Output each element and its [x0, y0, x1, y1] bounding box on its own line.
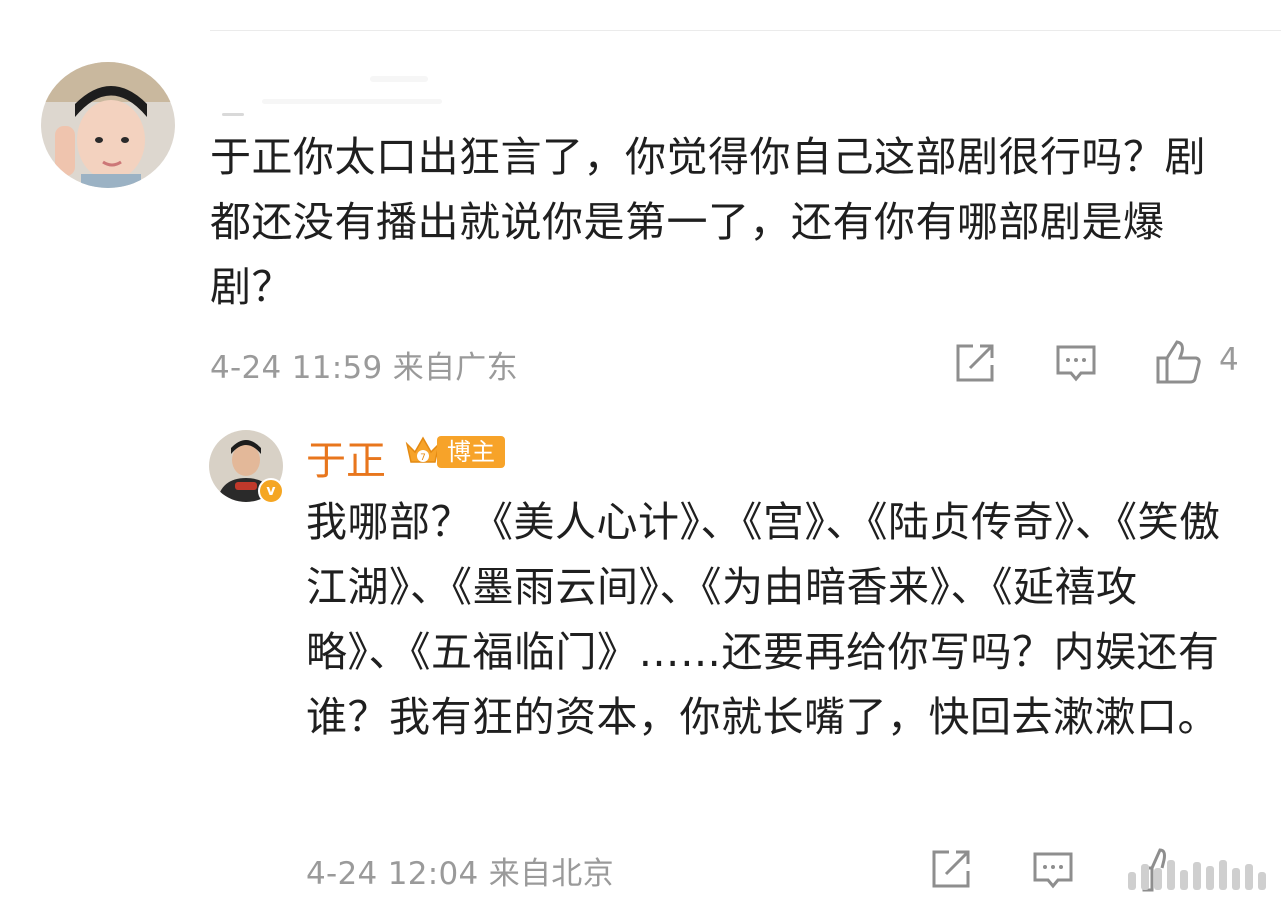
comment-timestamp: 4-24 11:59 — [210, 350, 383, 386]
reply-meta: 4-24 12:04 来自北京 — [306, 848, 614, 893]
blogger-badge: 7 博主 — [403, 433, 505, 471]
blogger-badge-label: 博主 — [437, 436, 505, 468]
reply-author-name[interactable]: 于正 — [306, 428, 386, 486]
like-icon[interactable] — [1155, 338, 1203, 386]
username-redacted — [222, 113, 244, 116]
watermark — [1128, 860, 1266, 890]
reply-text: 我哪部？《美人心计》、《宫》、《陆贞传奇》、《笑傲江湖》、《墨雨云间》、《为由暗… — [306, 498, 1221, 741]
share-icon[interactable] — [930, 848, 972, 890]
comment-text: 于正你太口出狂言了，你觉得你自己这部剧很行吗？剧都还没有播出就说你是第一了，还有… — [210, 133, 1206, 311]
comment-icon[interactable] — [1055, 343, 1097, 385]
username-redacted — [370, 76, 428, 82]
svg-text:7: 7 — [420, 453, 426, 463]
like-count: 4 — [1219, 342, 1239, 378]
share-icon[interactable] — [954, 342, 996, 384]
comment-meta: 4-24 11:59 来自广东 — [210, 342, 518, 387]
reply-location: 来自北京 — [488, 856, 614, 892]
comment-icon[interactable] — [1032, 850, 1074, 892]
comment-location: 来自广东 — [392, 350, 518, 386]
verified-badge: v — [258, 478, 284, 504]
username-redacted — [262, 99, 442, 104]
top-divider — [210, 30, 1281, 31]
commenter-avatar[interactable] — [41, 62, 175, 188]
reply-timestamp: 4-24 12:04 — [306, 856, 479, 892]
